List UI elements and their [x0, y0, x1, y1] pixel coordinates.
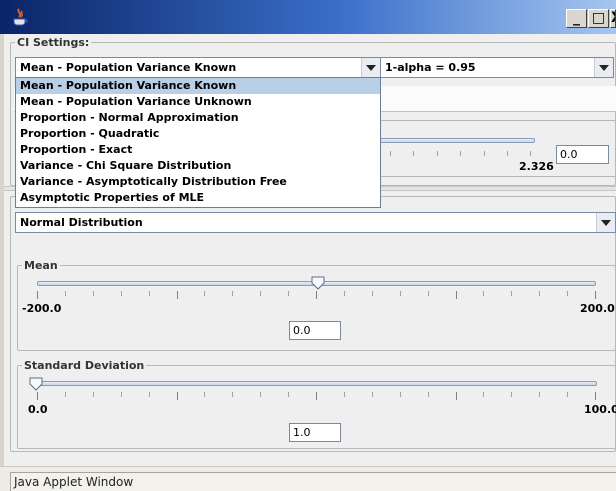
std-dev-min-label: 0.0	[28, 403, 48, 416]
critical-value-ticks	[380, 151, 540, 159]
slider-tick	[483, 392, 484, 397]
close-icon: X	[611, 10, 615, 26]
slider-tick	[483, 291, 484, 296]
mean-value-field[interactable]: 0.0	[289, 321, 341, 340]
slider-tick	[400, 392, 401, 397]
slider-tick	[260, 392, 261, 397]
slider-tick	[232, 291, 233, 296]
dropdown-option[interactable]: Proportion - Normal Approximation	[16, 110, 380, 126]
slider-tick	[456, 392, 457, 400]
slider-tick	[37, 392, 38, 400]
minimize-button[interactable]: _	[566, 9, 587, 28]
alpha-select[interactable]: 1-alpha = 0.95	[380, 57, 614, 78]
slider-tick	[595, 392, 596, 400]
std-dev-slider-ticks	[37, 392, 597, 400]
slider-tick	[204, 392, 205, 397]
mean-slider-thumb[interactable]	[311, 276, 325, 290]
mean-slider-ticks	[37, 291, 597, 299]
alpha-value: 1-alpha = 0.95	[385, 61, 476, 74]
ci-method-select[interactable]: Mean - Population Variance Known	[15, 57, 381, 78]
slider-tick	[177, 392, 178, 400]
slider-tick	[372, 392, 373, 397]
dropdown-option[interactable]: Asymptotic Properties of MLE	[16, 190, 380, 206]
slider-tick	[372, 291, 373, 296]
mean-min-label: -200.0	[22, 302, 62, 315]
slider-tick	[539, 392, 540, 397]
slider-tick	[344, 291, 345, 296]
mean-max-label: 200.0	[580, 302, 615, 315]
slider-tick	[93, 291, 94, 296]
maximize-button[interactable]: □	[588, 9, 609, 28]
std-dev-value-field[interactable]: 1.0	[289, 423, 341, 442]
ci-method-dropdown-list[interactable]: Mean - Population Variance Known Mean - …	[15, 77, 381, 208]
slider-tick	[204, 291, 205, 296]
ci-method-value: Mean - Population Variance Known	[20, 61, 237, 74]
dropdown-option[interactable]: Mean - Population Variance Known	[16, 78, 380, 94]
slider-tick	[428, 291, 429, 296]
slider-tick	[428, 392, 429, 397]
slider-tick	[456, 291, 457, 299]
dropdown-option[interactable]: Proportion - Quadratic	[16, 126, 380, 142]
slider-tick	[65, 392, 66, 397]
slider-tick	[400, 291, 401, 296]
slider-tick	[121, 392, 122, 397]
distribution-select[interactable]: Normal Distribution	[15, 212, 616, 233]
critical-value-slider-track[interactable]	[380, 138, 535, 143]
slider-tick	[567, 291, 568, 296]
slider-tick	[316, 291, 317, 299]
slider-tick	[121, 291, 122, 296]
dropdown-option[interactable]: Variance - Chi Square Distribution	[16, 158, 380, 174]
java-icon	[13, 8, 28, 26]
dropdown-option[interactable]: Variance - Asymptotically Distribution F…	[16, 174, 380, 190]
std-dev-slider-thumb[interactable]	[29, 377, 43, 391]
critical-value-label: 2.326	[519, 160, 554, 173]
chevron-down-icon	[596, 213, 615, 232]
chevron-down-icon	[594, 58, 613, 77]
slider-tick	[511, 392, 512, 397]
slider-tick	[177, 291, 178, 299]
slider-tick	[232, 392, 233, 397]
slider-tick	[260, 291, 261, 296]
slider-tick	[511, 291, 512, 296]
dropdown-option[interactable]: Proportion - Exact	[16, 142, 380, 158]
slider-tick	[595, 291, 596, 299]
slider-tick	[37, 291, 38, 299]
slider-tick	[149, 291, 150, 296]
close-button[interactable]: X	[610, 9, 616, 28]
title-bar	[0, 0, 616, 34]
std-dev-legend: Standard Deviation	[24, 359, 145, 372]
critical-value-field[interactable]: 0.0	[556, 145, 609, 164]
dropdown-option[interactable]: Mean - Population Variance Unknown	[16, 94, 380, 110]
slider-tick	[288, 291, 289, 296]
status-text: Java Applet Window	[10, 472, 616, 491]
mean-legend: Mean	[24, 259, 58, 272]
slider-tick	[539, 291, 540, 296]
slider-tick	[149, 392, 150, 397]
slider-tick	[93, 392, 94, 397]
slider-tick	[288, 392, 289, 397]
chevron-down-icon	[361, 58, 380, 77]
slider-tick	[65, 291, 66, 296]
ci-settings-legend: CI Settings:	[17, 36, 90, 49]
distribution-value: Normal Distribution	[20, 216, 143, 229]
slider-tick	[316, 392, 317, 400]
slider-tick	[344, 392, 345, 397]
std-dev-max-label: 100.0	[584, 403, 616, 416]
std-dev-slider-track[interactable]	[37, 381, 597, 386]
slider-tick	[567, 392, 568, 397]
